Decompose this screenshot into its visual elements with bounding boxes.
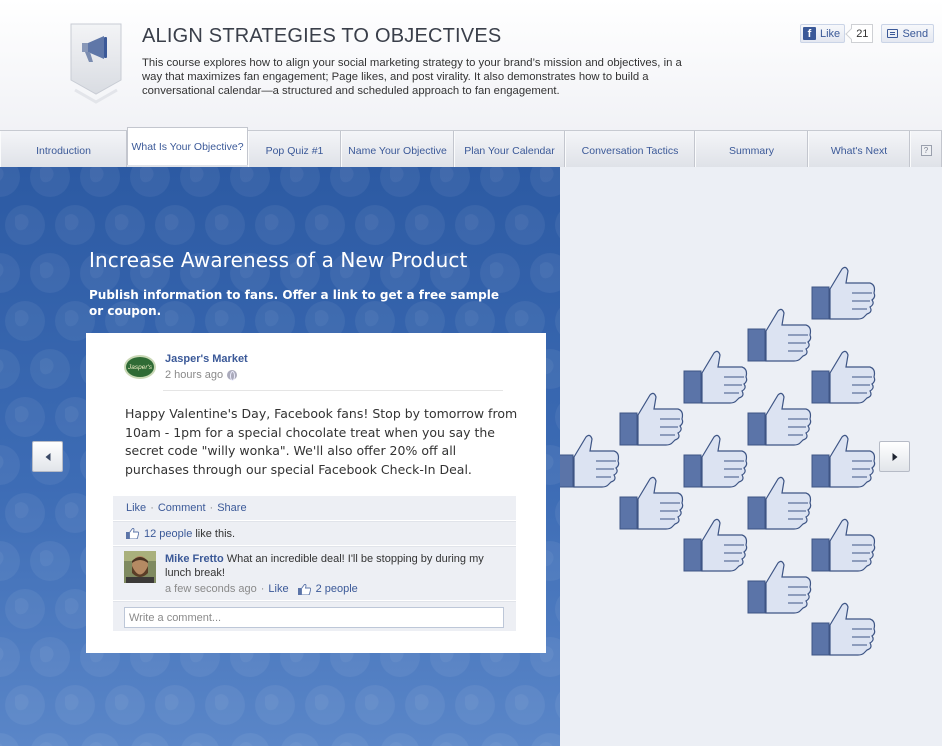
thumbs-up-icon (683, 518, 748, 572)
thumbs-up-icon (811, 266, 876, 320)
arrow-left-icon (45, 452, 50, 461)
tab-pop-quiz-1[interactable]: Pop Quiz #1 (248, 131, 341, 167)
arrow-right-icon (892, 452, 897, 461)
slide-title: Increase Awareness of a New Product (89, 248, 468, 272)
tab-introduction[interactable]: Introduction (0, 131, 127, 167)
like-link[interactable]: Like (126, 502, 146, 514)
thumbs-up-icon (747, 308, 812, 362)
previous-slide-button[interactable] (32, 441, 63, 472)
thumbs-up-icon (560, 434, 620, 488)
tab-whats-next[interactable]: What's Next (808, 131, 910, 167)
globe-icon (0, 445, 20, 485)
send-label: Send (902, 27, 929, 40)
megaphone-icon (70, 23, 122, 104)
course-title: ALIGN STRATEGIES TO OBJECTIVES (142, 25, 502, 47)
tab-summary[interactable]: Summary (695, 131, 808, 167)
like-count: 21 (851, 24, 874, 43)
facebook-logo-icon: f (803, 27, 816, 40)
write-comment-input[interactable] (124, 607, 504, 628)
facebook-like-button[interactable]: f Like (800, 24, 846, 43)
next-slide-button[interactable] (879, 441, 910, 472)
thumbs-up-icon (747, 560, 812, 614)
share-link[interactable]: Share (217, 502, 246, 514)
comment-likes-link[interactable]: 2 people (316, 583, 358, 595)
send-icon (887, 29, 899, 38)
post-divider (163, 390, 503, 391)
facebook-send-button[interactable]: Send (881, 24, 935, 43)
separator: · (209, 502, 214, 514)
comment: Mike Fretto What an incredible deal! I'll… (113, 546, 516, 600)
post-time-text: 2 hours ago (165, 369, 224, 381)
jaspers-market-logo[interactable]: Jasper's (124, 355, 156, 379)
thumbs-up-icon (747, 392, 812, 446)
commenter-avatar[interactable] (124, 551, 156, 583)
comment-link[interactable]: Comment (158, 502, 206, 514)
thumbs-up-icon (297, 583, 311, 595)
post-message: Happy Valentine's Day, Facebook fans! St… (125, 406, 518, 477)
thumbs-up-icon (126, 528, 139, 539)
separator: · (150, 502, 154, 514)
thumbs-up-icon (683, 434, 748, 488)
comment-meta: a few seconds ago · Like 2 people (165, 583, 358, 595)
help-button[interactable]: ? (910, 131, 942, 167)
likes-count-link[interactable]: 12 people (144, 528, 192, 540)
likes-summary: 12 people like this. (113, 521, 516, 545)
facebook-post-card: Jasper's Jasper's Market 2 hours ago Hap… (86, 333, 546, 653)
commenter-name[interactable]: Mike Fretto (165, 553, 224, 565)
post-timestamp: 2 hours ago (165, 369, 238, 381)
thumbs-up-icon (683, 350, 748, 404)
slide-subtitle: Publish information to fans. Offer a lin… (89, 288, 499, 318)
course-tabs: Introduction What Is Your Objective? Pop… (0, 127, 942, 167)
separator: · (260, 583, 265, 595)
thumbs-up-icon (811, 350, 876, 404)
thumbs-up-icon (619, 392, 684, 446)
comment-time: a few seconds ago (165, 583, 257, 595)
course-description: This course explores how to align your s… (142, 57, 682, 97)
tab-what-is-your-objective[interactable]: What Is Your Objective? (127, 127, 248, 165)
help-icon: ? (920, 145, 932, 156)
like-label: Like (820, 27, 841, 40)
globe-icon (0, 253, 20, 293)
tab-name-your-objective[interactable]: Name Your Objective (341, 131, 454, 167)
page-name-link[interactable]: Jasper's Market (165, 353, 248, 365)
course-header: ALIGN STRATEGIES TO OBJECTIVES This cour… (0, 0, 942, 130)
thumbs-up-icon (811, 518, 876, 572)
social-buttons: f Like 21 Send (800, 24, 935, 43)
likes-suffix: like this. (195, 527, 236, 540)
globe-icon (0, 637, 20, 677)
globe-icon (0, 541, 20, 581)
tab-plan-your-calendar[interactable]: Plan Your Calendar (454, 131, 565, 167)
thumbs-up-icon (747, 476, 812, 530)
thumbs-up-icon (619, 476, 684, 530)
tab-conversation-tactics[interactable]: Conversation Tactics (565, 131, 695, 167)
comment-text: Mike Fretto What an incredible deal! I'll… (165, 552, 505, 580)
comment-like-link[interactable]: Like (268, 583, 288, 595)
post-actions: Like · Comment · Share (113, 496, 516, 520)
thumbs-up-icon (811, 602, 876, 656)
globe-icon (0, 349, 20, 389)
public-globe-icon (227, 370, 238, 381)
globe-icon (0, 733, 19, 746)
write-comment-row (113, 601, 516, 631)
thumbs-up-icon (811, 434, 876, 488)
